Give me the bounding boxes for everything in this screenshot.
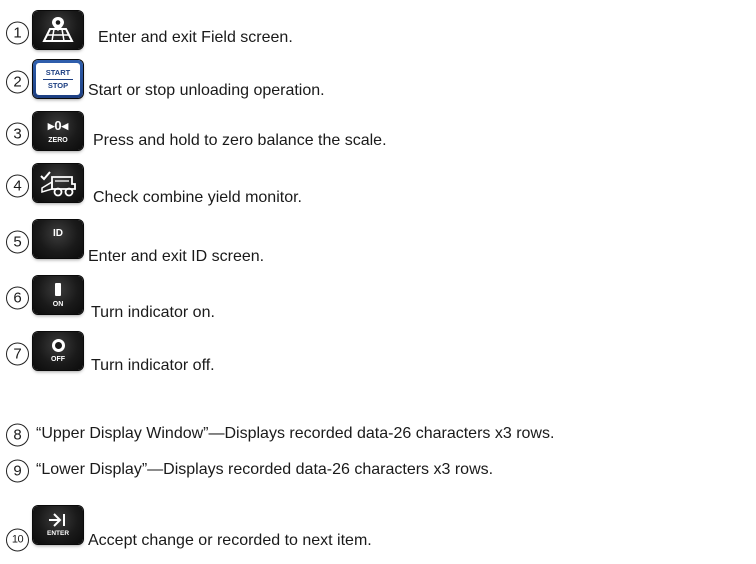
key-label: OFF <box>51 356 65 363</box>
item-description: Start or stop unloading operation. <box>88 82 325 99</box>
enter-arrow-icon <box>49 513 65 527</box>
item-number: 3 <box>6 122 29 146</box>
key-top-label: START <box>45 68 71 77</box>
list-item: 7 OFF Turn indicator off. <box>0 332 756 376</box>
field-map-icon <box>33 11 83 49</box>
key-bottom-label: STOP <box>47 80 69 90</box>
list-item: 8 “Upper Display Window”—Displays record… <box>0 420 756 450</box>
zero-balance-icon: ▸0◂ ZERO <box>33 112 83 150</box>
item-number: 9 <box>6 459 29 483</box>
item-description: Enter and exit Field screen. <box>98 29 293 46</box>
key-divider <box>42 78 74 80</box>
start-stop-face: START STOP <box>36 63 80 95</box>
item-number: 1 <box>6 21 29 45</box>
item-description: Enter and exit ID screen. <box>88 248 265 265</box>
list-item: 1 Enter and exit Field screen. <box>0 11 756 55</box>
key-label: ON <box>52 300 64 308</box>
item-description: “Lower Display”—Displays recorded data-2… <box>36 461 494 478</box>
item-description: “Upper Display Window”—Displays recorded… <box>36 425 555 442</box>
key-label: ENTER <box>46 530 70 538</box>
on-bar-icon <box>55 282 61 296</box>
item-description: Press and hold to zero balance the scale… <box>93 132 387 149</box>
item-number: 7 <box>6 342 29 366</box>
id-icon: ID <box>33 220 83 258</box>
item-description: Check combine yield monitor. <box>93 189 302 206</box>
item-description: Accept change or recorded to next item. <box>88 532 372 549</box>
item-description: Turn indicator on. <box>91 304 215 321</box>
list-item: 9 “Lower Display”—Displays recorded data… <box>0 456 756 486</box>
item-number: 8 <box>6 423 29 447</box>
item-description: Turn indicator off. <box>91 357 215 374</box>
list-item: 3 ▸0◂ ZERO Press and hold to zero balanc… <box>0 112 756 156</box>
key-bottom-label: ZERO <box>48 136 68 144</box>
power-off-icon: OFF <box>33 332 83 370</box>
enter-icon: ENTER <box>33 506 83 544</box>
list-item: 6 ON Turn indicator on. <box>0 276 756 321</box>
start-stop-icon: START STOP <box>33 60 83 98</box>
item-number: 5 <box>6 230 29 254</box>
list-item: 10 ENTER Accept change or recorded to ne… <box>0 506 756 552</box>
item-number: 2 <box>6 70 29 94</box>
item-number: 4 <box>6 174 29 198</box>
power-on-icon: ON <box>33 276 83 314</box>
item-number: 10 <box>6 528 29 552</box>
list-item: 5 ID Enter and exit ID screen. <box>0 220 756 265</box>
item-number: 6 <box>6 286 29 310</box>
key-top-label: ▸0◂ <box>47 117 69 133</box>
off-ring-icon <box>51 339 65 352</box>
combine-check-icon <box>33 164 83 202</box>
key-label: ID <box>53 228 63 239</box>
list-item: 2 START STOP Start or stop unloading ope… <box>0 60 756 104</box>
list-item: 4 Check combine yield monitor. <box>0 164 756 208</box>
